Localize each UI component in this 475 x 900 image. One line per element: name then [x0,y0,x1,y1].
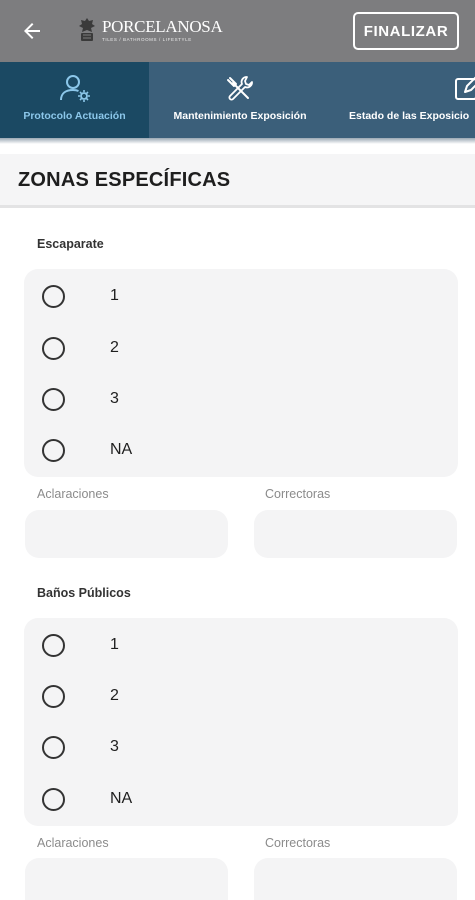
tab-estado-exposiciones[interactable]: Estado de las Exposicio [331,62,475,138]
tab-protocolo-actuacion[interactable]: Protocolo Actuación [0,62,149,138]
radio-button[interactable] [42,735,65,759]
correctoras-input[interactable] [254,510,457,558]
radio-option-label: 1 [110,636,119,653]
radio-button[interactable] [42,787,65,811]
radio-option-2[interactable]: 2 [24,670,458,722]
logo-wordmark: PORCELANOSA [102,17,223,36]
question-label: Escaparate [37,237,104,251]
correctoras-input[interactable] [254,858,457,900]
radio-option-label: NA [110,441,133,458]
edit-icon [455,76,475,100]
radio-option-3[interactable]: 3 [24,721,458,773]
aclaraciones-label: Aclaraciones [37,836,109,850]
radio-button[interactable] [42,438,65,462]
finalize-button[interactable]: FINALIZAR [353,12,459,50]
radio-option-na[interactable]: NA [24,773,458,825]
app-bar: PORCELANOSA TILES / BATHROOMS / LIFESTYL… [0,0,475,62]
tab-mantenimiento-exposicion[interactable]: Mantenimiento Exposición [149,62,331,138]
radio-option-label: 2 [110,687,119,704]
aclaraciones-input[interactable] [25,510,228,558]
tab-label: Mantenimiento Exposición [173,110,307,122]
aclaraciones-input[interactable] [25,858,228,900]
question-label: Baños Públicos [37,586,131,600]
tab-label: Estado de las Exposicio [349,110,470,122]
radio-option-label: NA [110,790,133,807]
radio-option-1[interactable]: 1 [24,619,458,671]
radio-option-label: 3 [110,738,119,755]
section-header: ZONAS ESPECÍFICAS [0,154,475,208]
correctoras-label: Correctoras [265,487,331,501]
porcelanosa-logo: PORCELANOSA TILES / BATHROOMS / LIFESTYL… [76,14,223,46]
radio-option-2[interactable]: 2 [24,322,458,374]
radio-option-na[interactable]: NA [24,424,458,476]
back-arrow-icon[interactable] [20,19,44,43]
tab-bar-shadow [0,138,475,144]
logo-tagline: TILES / BATHROOMS / LIFESTYLE [102,37,192,42]
radio-option-label: 1 [110,287,119,304]
tab-bar: Protocolo Actuación Mantenimiento Exposi… [0,62,475,138]
tab-label: Protocolo Actuación [23,110,126,122]
radio-button[interactable] [42,284,65,308]
radio-group: 1 2 3 NA [24,269,458,477]
radio-option-3[interactable]: 3 [24,373,458,425]
tools-icon [227,76,253,101]
radio-button[interactable] [42,684,65,708]
section-title: ZONAS ESPECÍFICAS [18,169,231,191]
radio-group: 1 2 3 NA [24,618,458,826]
radio-option-1[interactable]: 1 [24,270,458,322]
aclaraciones-label: Aclaraciones [37,487,109,501]
radio-button[interactable] [42,387,65,411]
logo-emblem-icon [79,18,95,41]
radio-button[interactable] [42,633,65,657]
user-settings-icon [59,75,90,102]
radio-option-label: 3 [110,390,119,407]
radio-button[interactable] [42,336,65,360]
radio-option-label: 2 [110,339,119,356]
correctoras-label: Correctoras [265,836,331,850]
